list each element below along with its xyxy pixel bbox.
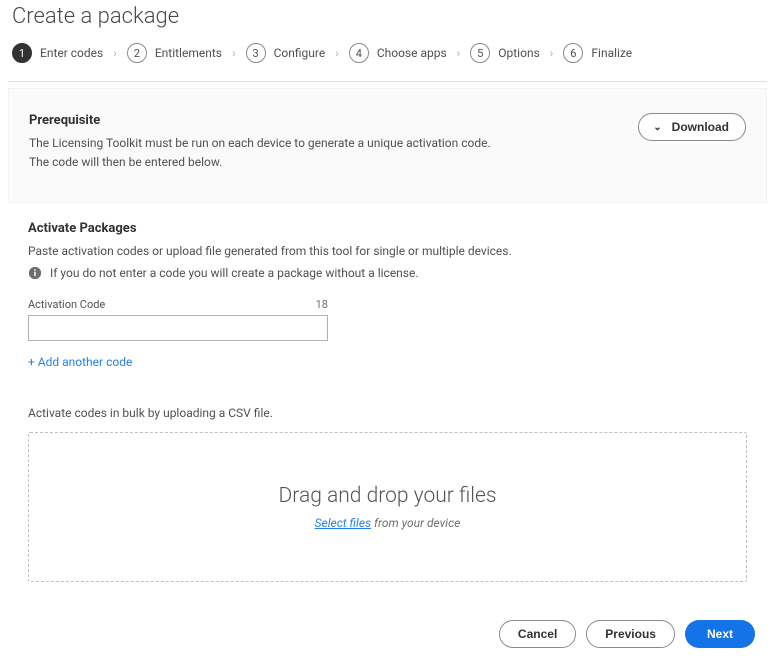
prerequisite-description: The Licensing Toolkit must be run on eac… [29,134,509,172]
stepper: 1 Enter codes › 2 Entitlements › 3 Confi… [8,39,767,81]
step-choose-apps[interactable]: 4 Choose apps [349,43,447,63]
chevron-right-icon: › [550,46,554,60]
activate-description: Paste activation codes or upload file ge… [28,244,747,258]
dropzone-title: Drag and drop your files [279,484,497,508]
chevron-right-icon: › [457,46,461,60]
activation-code-maxlength: 18 [316,298,328,311]
step-finalize[interactable]: 6 Finalize [563,43,632,63]
step-label: Enter codes [40,46,103,60]
info-text: If you do not enter a code you will crea… [50,266,419,280]
step-number: 5 [470,43,490,63]
step-enter-codes[interactable]: 1 Enter codes [12,43,103,63]
activate-title: Activate Packages [28,221,747,236]
step-number: 1 [12,43,32,63]
step-number: 4 [349,43,369,63]
step-label: Finalize [591,46,632,60]
step-options[interactable]: 5 Options [470,43,540,63]
chevron-right-icon: › [232,46,236,60]
page-title: Create a package [8,0,767,39]
activation-code-input[interactable] [28,315,328,341]
dropzone-suffix: from your device [371,516,460,530]
download-label: Download [672,120,729,134]
step-number: 2 [127,43,147,63]
dropzone-subtitle: Select files from your device [315,516,461,530]
step-entitlements[interactable]: 2 Entitlements [127,43,222,63]
info-row: If you do not enter a code you will crea… [28,266,747,280]
chevron-down-icon: ⌄ [653,122,661,133]
step-label: Options [498,46,540,60]
divider [8,81,767,82]
step-number: 6 [563,43,583,63]
previous-button[interactable]: Previous [586,620,675,648]
prerequisite-title: Prerequisite [29,113,509,128]
download-button[interactable]: ⌄ Download [638,113,746,141]
bulk-upload-text: Activate codes in bulk by uploading a CS… [28,406,747,420]
step-label: Configure [274,46,326,60]
file-dropzone[interactable]: Drag and drop your files Select files fr… [28,432,747,582]
cancel-button[interactable]: Cancel [499,620,576,648]
select-files-link[interactable]: Select files [315,516,371,530]
next-button[interactable]: Next [685,620,755,648]
step-label: Choose apps [377,46,447,60]
step-number: 3 [246,43,266,63]
step-configure[interactable]: 3 Configure [246,43,326,63]
footer-actions: Cancel Previous Next [8,592,767,658]
info-icon [28,266,42,280]
chevron-right-icon: › [113,46,117,60]
step-label: Entitlements [155,46,222,60]
prerequisite-card: Prerequisite The Licensing Toolkit must … [8,88,767,203]
chevron-right-icon: › [335,46,339,60]
activate-section: Activate Packages Paste activation codes… [8,203,767,592]
add-another-code-link[interactable]: + Add another code [28,355,132,369]
activation-code-label: Activation Code [28,298,105,311]
